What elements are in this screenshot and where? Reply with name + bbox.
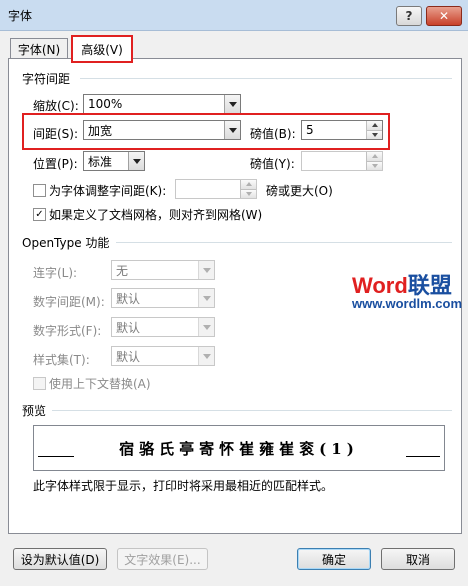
spin-up-icon[interactable]: [367, 152, 382, 161]
number-spacing-label: 数字间距(M):: [33, 295, 105, 309]
divider: [52, 410, 452, 411]
close-button[interactable]: ✕: [426, 6, 462, 26]
watermark-brand-word: Word: [352, 273, 408, 298]
kerning-label: 为字体调整字间距(K):: [49, 184, 167, 198]
opentype-heading: OpenType 功能: [22, 236, 110, 250]
kerning-checkbox[interactable]: [33, 184, 46, 197]
spacing-by-spinner[interactable]: 5: [301, 120, 383, 140]
spin-down-icon[interactable]: [241, 188, 256, 198]
text-effects-button[interactable]: 文字效果(E)...: [117, 548, 208, 570]
spin-up-icon[interactable]: [367, 121, 382, 130]
watermark-url: www.wordlm.com: [352, 296, 463, 311]
preview-heading: 预览: [22, 404, 47, 418]
help-icon: ?: [405, 9, 413, 23]
baseline-left: [38, 456, 74, 457]
scale-combo[interactable]: 100%: [83, 94, 241, 114]
contextual-alternates-checkbox[interactable]: [33, 377, 46, 390]
position-by-label: 磅值(Y):: [250, 157, 295, 171]
spin-down-icon[interactable]: [367, 160, 382, 170]
contextual-alternates-label: 使用上下文替换(A): [49, 377, 151, 391]
number-spacing-combo[interactable]: 默认: [111, 288, 215, 308]
chevron-down-icon[interactable]: [224, 95, 240, 113]
chevron-down-icon[interactable]: [198, 318, 214, 336]
help-button[interactable]: ?: [396, 6, 422, 26]
chevron-down-icon[interactable]: [198, 347, 214, 365]
watermark-brand-cn: 联盟: [407, 273, 452, 298]
chevron-down-icon[interactable]: [128, 152, 144, 170]
scale-label: 缩放(C):: [33, 99, 79, 113]
checkmark-icon: ✓: [35, 208, 44, 220]
ligatures-combo[interactable]: 无: [111, 260, 215, 280]
kerning-suffix: 磅或更大(O): [266, 184, 333, 198]
preview-box: 宿骆氏亭寄怀崔雍崔衮(1): [33, 425, 445, 471]
spin-down-icon[interactable]: [367, 129, 382, 139]
spacing-heading: 字符间距: [22, 72, 71, 86]
stylistic-sets-combo[interactable]: 默认: [111, 346, 215, 366]
set-default-button[interactable]: 设为默认值(D): [13, 548, 107, 570]
cancel-button[interactable]: 取消: [381, 548, 455, 570]
divider: [116, 242, 452, 243]
tab-advanced[interactable]: 高级(V): [71, 35, 133, 63]
number-forms-label: 数字形式(F):: [33, 324, 102, 338]
position-combo[interactable]: 标准: [83, 151, 145, 171]
position-by-spinner[interactable]: [301, 151, 383, 171]
spacing-label: 间距(S):: [33, 127, 79, 141]
position-label: 位置(P):: [33, 157, 78, 171]
chevron-down-icon[interactable]: [198, 289, 214, 307]
window-title: 字体: [8, 9, 33, 23]
number-forms-combo[interactable]: 默认: [111, 317, 215, 337]
preview-note: 此字体样式限于显示，打印时将采用最相近的匹配样式。: [33, 479, 334, 493]
ligatures-label: 连字(L):: [33, 266, 78, 280]
baseline-right: [406, 456, 440, 457]
kerning-spinner[interactable]: [175, 179, 257, 199]
preview-sample: 宿骆氏亭寄怀崔雍崔衮(1): [119, 439, 359, 458]
stylistic-sets-label: 样式集(T):: [33, 353, 90, 367]
spin-up-icon[interactable]: [241, 180, 256, 189]
chevron-down-icon[interactable]: [224, 121, 240, 139]
chevron-down-icon[interactable]: [198, 261, 214, 279]
tab-font[interactable]: 字体(N): [10, 38, 68, 59]
divider: [80, 78, 452, 79]
spacing-combo[interactable]: 加宽: [83, 120, 241, 140]
close-icon: ✕: [438, 9, 450, 23]
snap-grid-label: 如果定义了文档网格，则对齐到网格(W): [49, 208, 263, 222]
snap-grid-checkbox[interactable]: ✓: [33, 208, 46, 221]
ok-button[interactable]: 确定: [297, 548, 371, 570]
spacing-by-label: 磅值(B):: [250, 127, 296, 141]
